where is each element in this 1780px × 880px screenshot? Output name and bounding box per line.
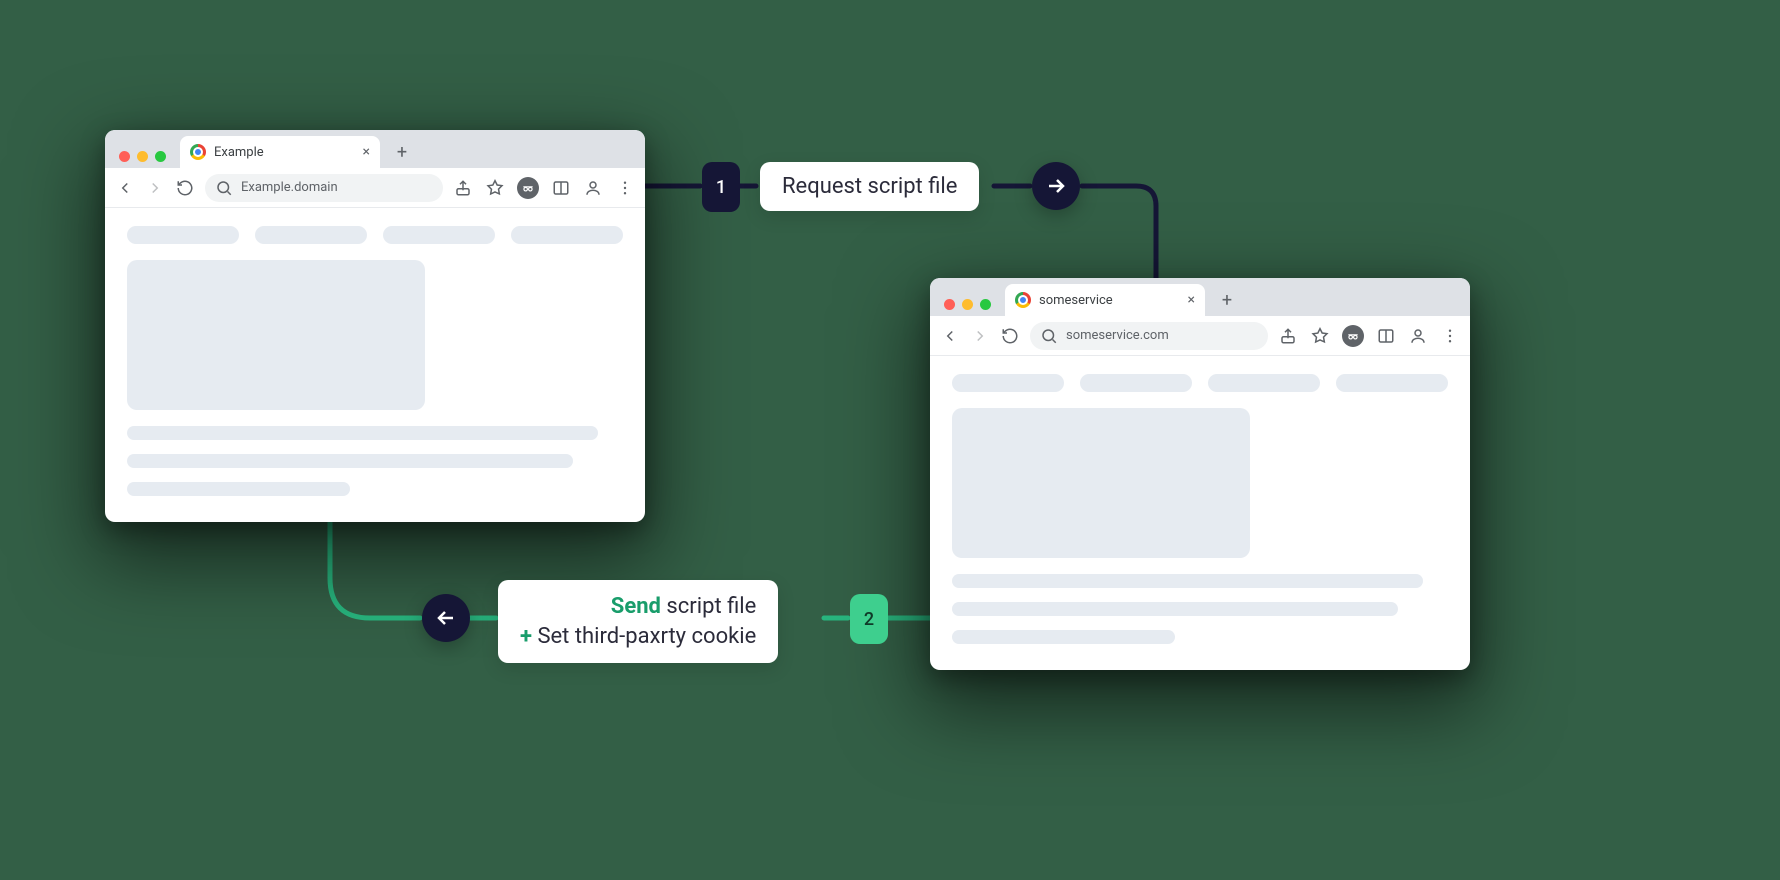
skeleton-nav	[1080, 374, 1192, 392]
skeleton-hero	[952, 408, 1250, 558]
kebab-menu-icon[interactable]	[615, 178, 635, 198]
close-window-icon[interactable]	[119, 151, 130, 162]
toolbar-right	[453, 177, 635, 199]
maximize-window-icon[interactable]	[155, 151, 166, 162]
search-icon	[215, 179, 233, 197]
skeleton-nav	[511, 226, 623, 244]
url-text: someservice.com	[1066, 328, 1169, 343]
browser-toolbar: Example.domain	[105, 168, 645, 208]
arrow-left-icon	[422, 594, 470, 642]
profile-icon[interactable]	[583, 178, 603, 198]
reload-icon[interactable]	[175, 178, 195, 198]
step-2-send-rest: script file	[661, 594, 756, 619]
profile-icon[interactable]	[1408, 326, 1428, 346]
window-controls[interactable]	[940, 299, 997, 316]
step-2-cookie: Set third-paxrty cookie	[532, 624, 756, 649]
url-text: Example.domain	[241, 180, 338, 195]
chrome-favicon-icon	[1015, 292, 1031, 308]
panel-icon[interactable]	[551, 178, 571, 198]
star-icon[interactable]	[485, 178, 505, 198]
skeleton-line	[952, 602, 1398, 616]
new-tab-button[interactable]: +	[1213, 286, 1241, 314]
skeleton-line	[952, 630, 1175, 644]
minimize-window-icon[interactable]	[137, 151, 148, 162]
chrome-favicon-icon	[190, 144, 206, 160]
close-window-icon[interactable]	[944, 299, 955, 310]
skeleton-line	[127, 426, 598, 440]
skeleton-nav	[127, 226, 239, 244]
minimize-window-icon[interactable]	[962, 299, 973, 310]
skeleton-nav	[1336, 374, 1448, 392]
skeleton-nav	[255, 226, 367, 244]
new-tab-button[interactable]: +	[388, 138, 416, 166]
forward-icon[interactable]	[145, 178, 165, 198]
kebab-menu-icon[interactable]	[1440, 326, 1460, 346]
step-2-badge: 2	[850, 594, 888, 644]
skeleton-line	[127, 482, 350, 496]
step-2-send: Send	[611, 594, 661, 619]
skeleton-nav	[1208, 374, 1320, 392]
close-tab-icon[interactable]: ×	[363, 145, 370, 159]
skeleton-line	[127, 454, 573, 468]
tab-strip: someservice × +	[930, 278, 1470, 316]
skeleton-hero	[127, 260, 425, 410]
step-1-text: Request script file	[782, 174, 957, 199]
address-bar[interactable]: Example.domain	[205, 174, 443, 202]
step-number: 2	[864, 609, 874, 630]
browser-window-example: Example × + Example.domain	[105, 130, 645, 522]
forward-icon[interactable]	[970, 326, 990, 346]
browser-toolbar: someservice.com	[930, 316, 1470, 356]
toolbar-right	[1278, 325, 1460, 347]
address-bar[interactable]: someservice.com	[1030, 322, 1268, 350]
back-icon[interactable]	[115, 178, 135, 198]
reload-icon[interactable]	[1000, 326, 1020, 346]
skeleton-line	[952, 574, 1423, 588]
page-skeleton	[105, 208, 645, 522]
step-1-badge: 1	[702, 162, 740, 212]
maximize-window-icon[interactable]	[980, 299, 991, 310]
skeleton-nav	[952, 374, 1064, 392]
star-icon[interactable]	[1310, 326, 1330, 346]
tab-title: someservice	[1039, 293, 1113, 308]
panel-icon[interactable]	[1376, 326, 1396, 346]
step-2-plus: +	[520, 624, 532, 649]
step-number: 1	[716, 177, 726, 198]
tab-title: Example	[214, 145, 264, 160]
incognito-icon[interactable]	[1342, 325, 1364, 347]
skeleton-nav	[383, 226, 495, 244]
arrow-right-icon	[1032, 162, 1080, 210]
back-icon[interactable]	[940, 326, 960, 346]
share-icon[interactable]	[453, 178, 473, 198]
tab-strip: Example × +	[105, 130, 645, 168]
incognito-icon[interactable]	[517, 177, 539, 199]
step-2-label: Send script file + Set third-paxrty cook…	[498, 580, 778, 663]
step-1-label: Request script file	[760, 162, 979, 211]
window-controls[interactable]	[115, 151, 172, 168]
browser-tab[interactable]: someservice ×	[1005, 284, 1205, 316]
search-icon	[1040, 327, 1058, 345]
close-tab-icon[interactable]: ×	[1188, 293, 1195, 307]
browser-window-someservice: someservice × + someservice.com	[930, 278, 1470, 670]
browser-tab[interactable]: Example ×	[180, 136, 380, 168]
share-icon[interactable]	[1278, 326, 1298, 346]
page-skeleton	[930, 356, 1470, 670]
